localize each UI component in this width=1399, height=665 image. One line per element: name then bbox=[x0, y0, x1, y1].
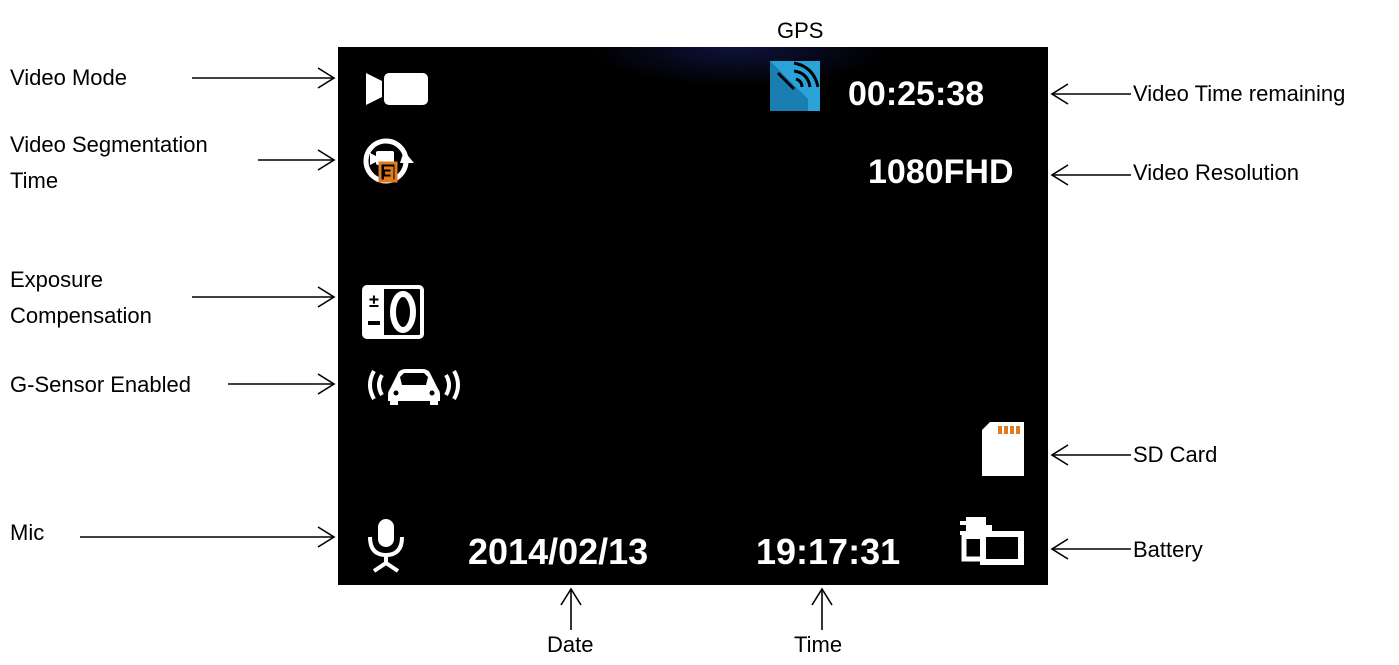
arrow-g-sensor bbox=[228, 373, 336, 395]
callout-arrows bbox=[80, 67, 1131, 630]
arrow-video-resolution bbox=[1050, 164, 1131, 186]
arrow-video-mode bbox=[192, 67, 336, 89]
arrow-date bbox=[560, 587, 582, 630]
arrow-sd-card bbox=[1050, 444, 1131, 466]
arrow-video-time-remaining bbox=[1050, 83, 1131, 105]
arrow-video-segmentation bbox=[258, 149, 336, 171]
arrow-battery bbox=[1050, 538, 1131, 560]
arrow-exposure bbox=[192, 286, 336, 308]
arrow-time bbox=[811, 587, 833, 630]
arrow-mic bbox=[80, 526, 336, 548]
